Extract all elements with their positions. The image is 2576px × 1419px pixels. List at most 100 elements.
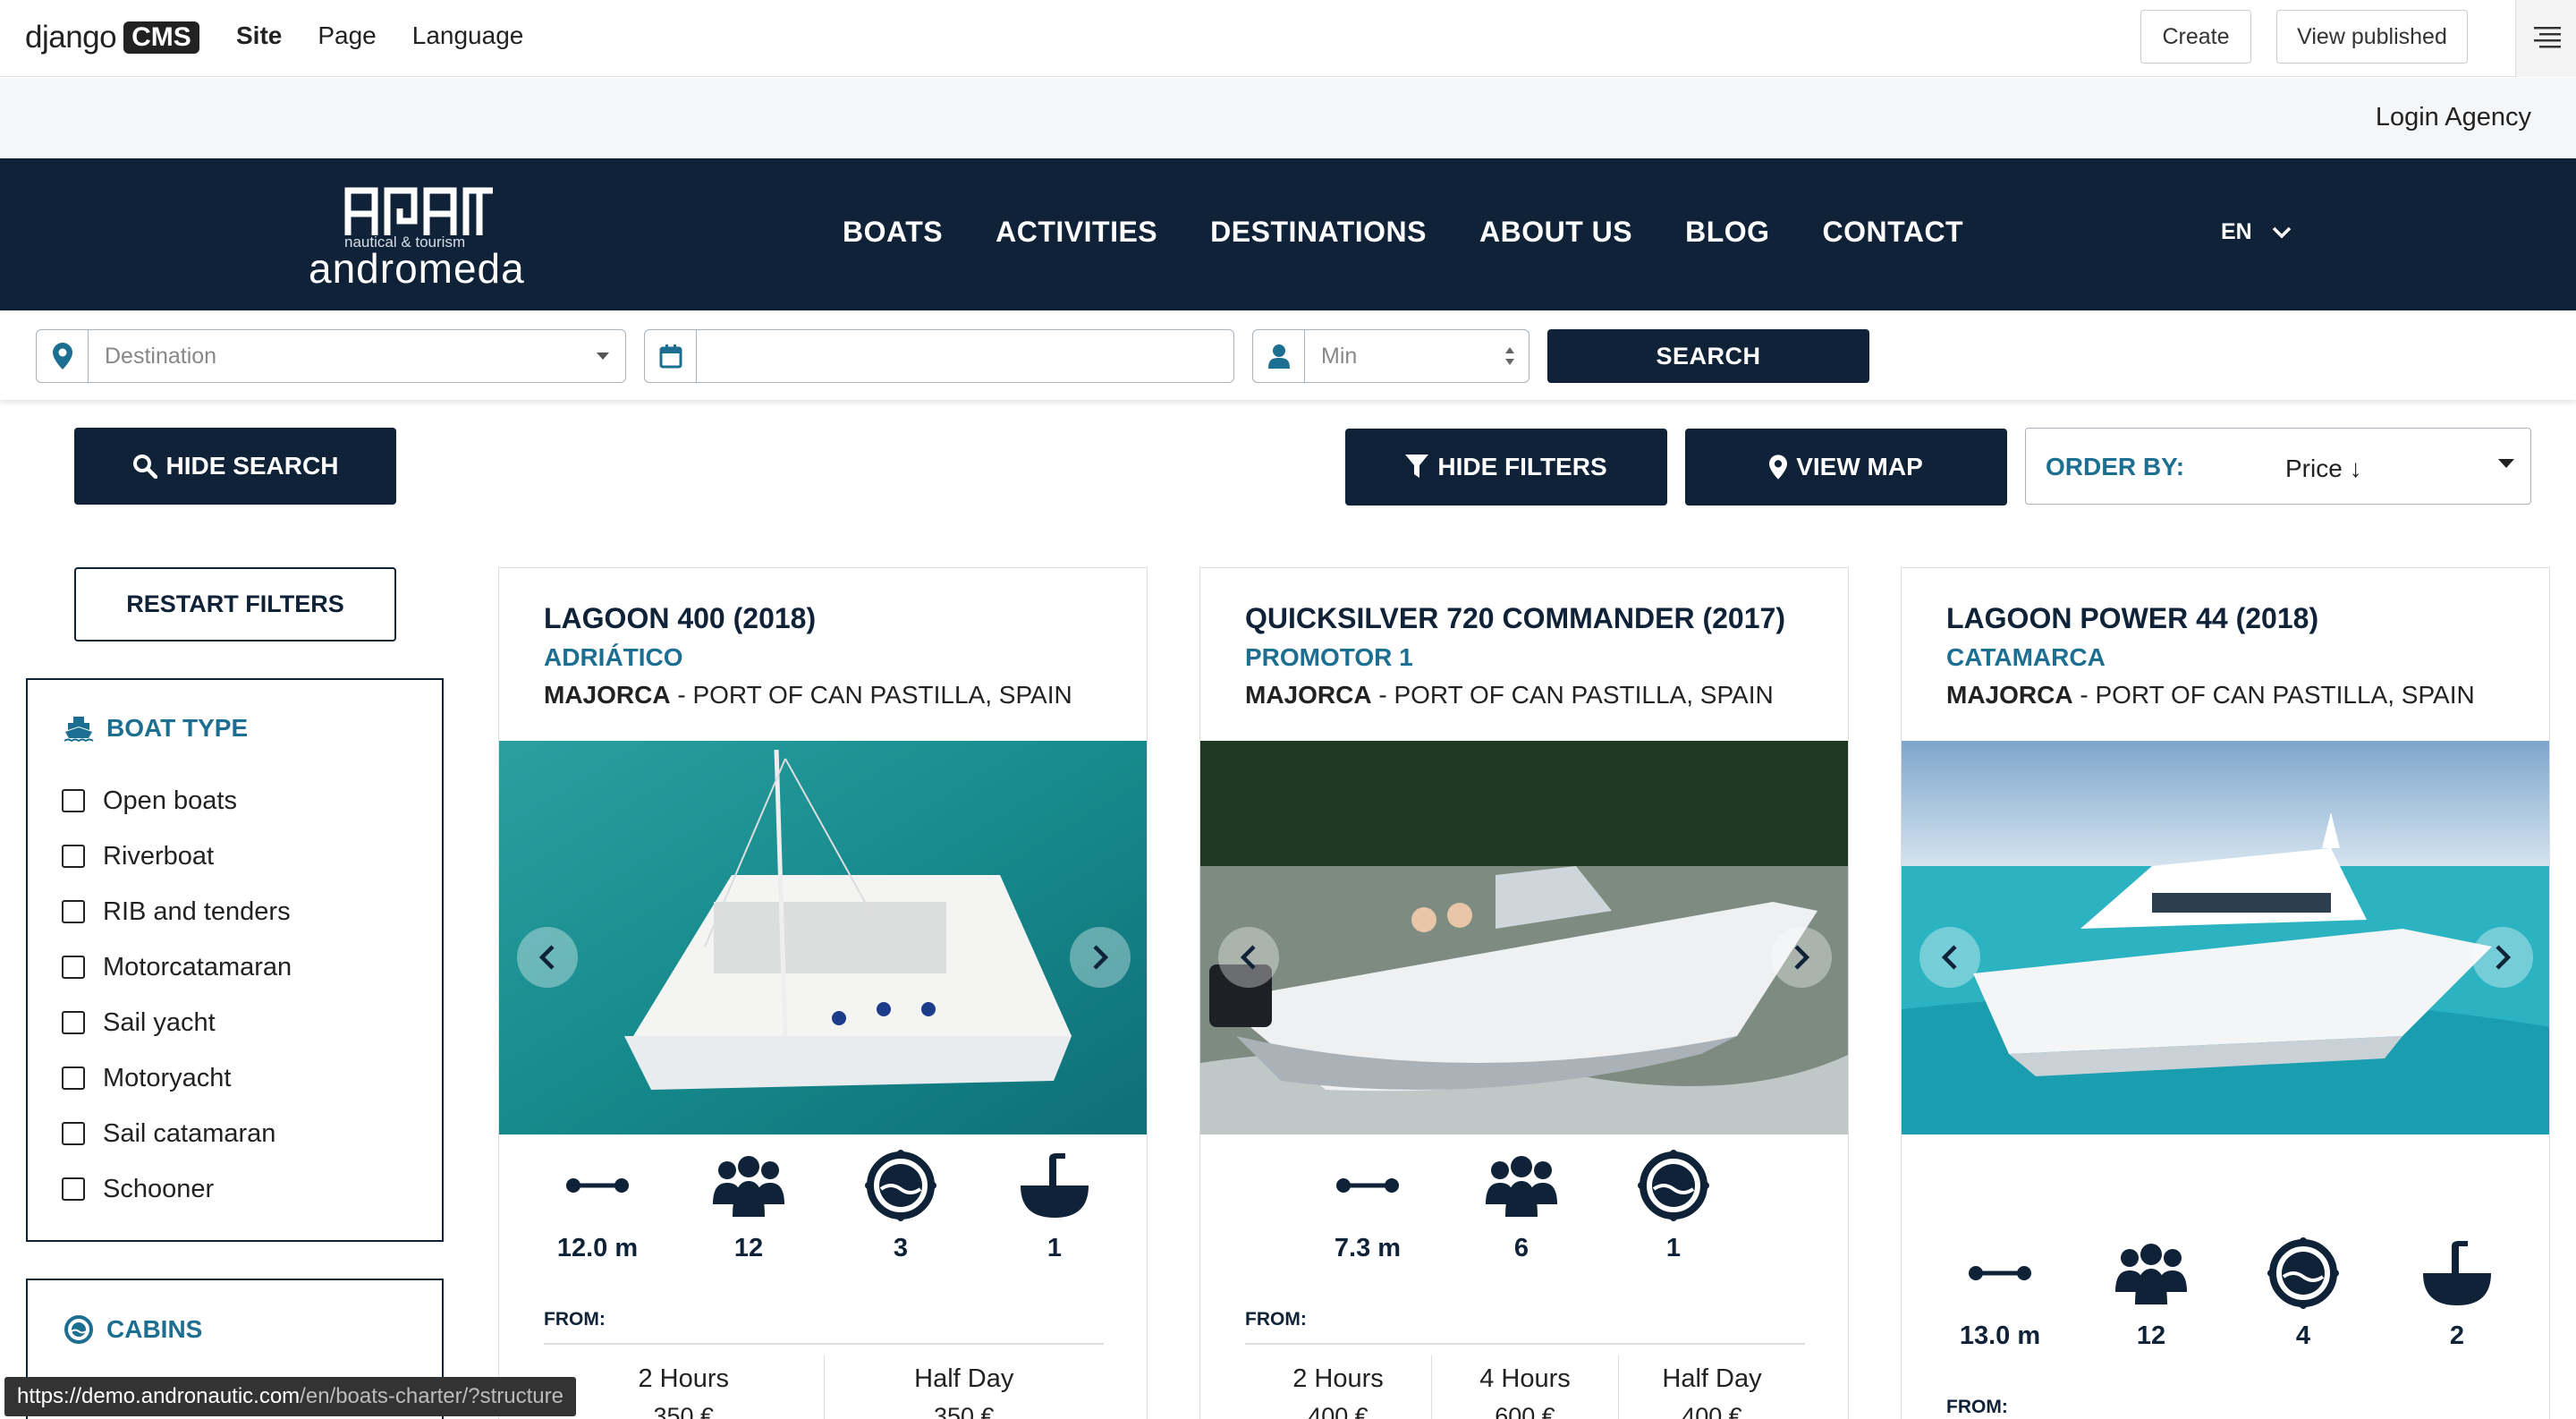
- prev-photo-button[interactable]: [1919, 927, 1980, 988]
- passengers-stepper[interactable]: Min: [1252, 329, 1530, 383]
- boat-card[interactable]: LAGOON 400 (2018) ADRIÁTICO MAJORCA - PO…: [498, 567, 1148, 1419]
- checkbox[interactable]: [62, 1066, 85, 1090]
- boat-region: MAJORCA: [1245, 681, 1372, 709]
- nav-blog[interactable]: BLOG: [1685, 216, 1769, 249]
- price-option[interactable]: Half Day 400 €: [1618, 1355, 1805, 1419]
- nav-boats[interactable]: BOATS: [843, 216, 943, 249]
- price-option[interactable]: 4 Hours 600 €: [1431, 1355, 1618, 1419]
- login-agency-link[interactable]: Login Agency: [2376, 103, 2531, 132]
- view-map-button[interactable]: VIEW MAP: [1685, 429, 2007, 506]
- cms-menu-language[interactable]: Language: [412, 21, 524, 50]
- boat-photo[interactable]: [1200, 741, 1848, 1134]
- filter-label: Sail catamaran: [103, 1118, 276, 1148]
- cms-menu-page[interactable]: Page: [318, 21, 376, 50]
- chevron-right-icon: [2496, 945, 2512, 970]
- cabins-label: CABINS: [106, 1315, 203, 1343]
- status-url-host: https://demo.andronautic.com: [17, 1384, 301, 1408]
- boat-subtitle: PROMOTOR 1: [1245, 643, 1413, 671]
- spec-length: 7.3 m: [1309, 1150, 1426, 1263]
- checkbox[interactable]: [62, 1177, 85, 1201]
- price-option[interactable]: Half Day 350 €: [823, 1355, 1105, 1419]
- chevron-left-icon: [1941, 945, 1957, 970]
- porthole-icon: [2245, 1237, 2361, 1309]
- boat-title[interactable]: QUICKSILVER 720 COMMANDER (2017): [1245, 602, 1785, 635]
- nav-activities[interactable]: ACTIVITIES: [996, 216, 1157, 249]
- length-icon: [539, 1150, 656, 1221]
- hide-search-label: HIDE SEARCH: [165, 452, 339, 480]
- people-icon: [691, 1150, 807, 1221]
- spec-length-value: 13.0 m: [1959, 1321, 2041, 1350]
- next-photo-button[interactable]: [1771, 927, 1832, 988]
- passengers-placeholder: Min: [1321, 343, 1358, 369]
- price-option[interactable]: 2 Hours 350 €: [544, 1355, 824, 1419]
- cms-logo-text: django: [25, 20, 117, 55]
- next-photo-button[interactable]: [1070, 927, 1131, 988]
- spec-cabins: 4: [2245, 1237, 2361, 1351]
- caret-down-icon: [2498, 459, 2514, 468]
- boat-region: MAJORCA: [1946, 681, 2073, 709]
- nav-about-us[interactable]: ABOUT US: [1479, 216, 1632, 249]
- filter-motorcatamaran[interactable]: Motorcatamaran: [62, 939, 292, 995]
- site-header: nautical & tourism andromeda BOATS ACTIV…: [0, 158, 2576, 310]
- filter-riverboat[interactable]: Riverboat: [62, 828, 292, 884]
- filter-label: RIB and tenders: [103, 896, 291, 926]
- price-option[interactable]: 2 Hours 400 €: [1245, 1355, 1431, 1419]
- boat-card[interactable]: LAGOON POWER 44 (2018) CATAMARCA MAJORCA…: [1901, 567, 2550, 1419]
- stepper-arrows-icon[interactable]: [1504, 344, 1516, 368]
- spec-length: 12.0 m: [539, 1150, 656, 1263]
- language-selector[interactable]: EN: [2221, 219, 2292, 245]
- filter-schooner[interactable]: Schooner: [62, 1161, 292, 1217]
- price-period: 2 Hours: [638, 1364, 730, 1393]
- cms-create-button[interactable]: Create: [2140, 10, 2251, 64]
- destination-select[interactable]: Destination: [36, 329, 626, 383]
- boat-location: MAJORCA - PORT OF CAN PASTILLA, SPAIN: [1946, 681, 2475, 710]
- search-bar: Destination Min SEARCH: [0, 310, 2576, 400]
- hide-search-button[interactable]: HIDE SEARCH: [74, 428, 396, 505]
- speedboat-image: [1200, 741, 1848, 1134]
- map-pin-icon: [1769, 455, 1788, 480]
- boat-type-list: Open boats Riverboat RIB and tenders Mot…: [62, 773, 292, 1217]
- cms-menu-site[interactable]: Site: [236, 21, 282, 50]
- search-button[interactable]: SEARCH: [1547, 329, 1869, 383]
- checkbox[interactable]: [62, 1122, 85, 1145]
- view-published-button[interactable]: View published: [2276, 10, 2468, 64]
- boat-photo[interactable]: [499, 741, 1147, 1134]
- next-photo-button[interactable]: [2472, 927, 2533, 988]
- nav-contact[interactable]: CONTACT: [1823, 216, 1964, 249]
- spec-length-value: 12.0 m: [556, 1234, 639, 1262]
- checkbox[interactable]: [62, 789, 85, 812]
- filter-sail-yacht[interactable]: Sail yacht: [62, 995, 292, 1050]
- checkbox[interactable]: [62, 956, 85, 979]
- checkbox[interactable]: [62, 845, 85, 868]
- people-icon: [2093, 1237, 2209, 1309]
- cabins-title: CABINS: [64, 1314, 202, 1345]
- order-by-select[interactable]: ORDER BY: Price ↓: [2025, 428, 2531, 505]
- cms-sidebar-toggle[interactable]: [2515, 0, 2576, 77]
- date-field[interactable]: [644, 329, 1234, 383]
- django-cms-logo[interactable]: django CMS: [25, 18, 199, 57]
- filter-label: Riverboat: [103, 841, 215, 871]
- checkbox[interactable]: [62, 1011, 85, 1034]
- andromeda-logo[interactable]: nautical & tourism andromeda: [309, 185, 532, 292]
- prev-photo-button[interactable]: [517, 927, 578, 988]
- people-icon: [1463, 1150, 1580, 1221]
- restart-filters-button[interactable]: RESTART FILTERS: [74, 567, 396, 642]
- boat-card[interactable]: QUICKSILVER 720 COMMANDER (2017) PROMOTO…: [1199, 567, 1849, 1419]
- prev-photo-button[interactable]: [1218, 927, 1279, 988]
- login-strip: Login Agency: [0, 78, 2576, 158]
- filter-label: Motorcatamaran: [103, 952, 292, 981]
- boat-photo[interactable]: [1902, 741, 2549, 1134]
- filter-sail-catamaran[interactable]: Sail catamaran: [62, 1106, 292, 1161]
- nav-destinations[interactable]: DESTINATIONS: [1210, 216, 1427, 249]
- checkbox[interactable]: [62, 900, 85, 923]
- filter-open-boats[interactable]: Open boats: [62, 773, 292, 828]
- price-amount: 400 €: [1682, 1403, 1742, 1419]
- boat-location: MAJORCA - PORT OF CAN PASTILLA, SPAIN: [1245, 681, 1774, 710]
- length-icon: [1309, 1150, 1426, 1221]
- filter-rib-tenders[interactable]: RIB and tenders: [62, 884, 292, 939]
- boat-title[interactable]: LAGOON 400 (2018): [544, 602, 816, 635]
- boat-title[interactable]: LAGOON POWER 44 (2018): [1946, 602, 2318, 635]
- hide-filters-button[interactable]: HIDE FILTERS: [1345, 429, 1667, 506]
- filter-motoryacht[interactable]: Motoryacht: [62, 1050, 292, 1106]
- order-by-value: Price ↓: [2285, 455, 2362, 482]
